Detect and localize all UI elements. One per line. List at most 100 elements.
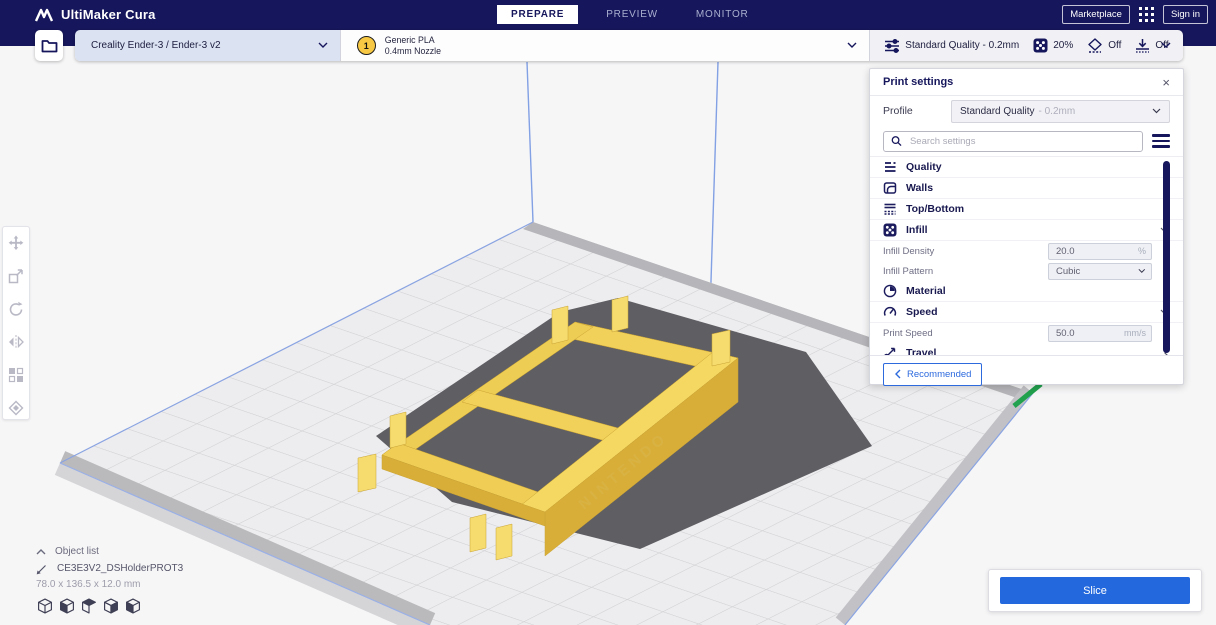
chevron-down-icon [1138,268,1146,273]
infill-summary: 20% [1053,40,1074,51]
profile-summary: Standard Quality - 0.2mm [905,40,1020,51]
scene-tools [2,226,30,420]
support-blocker-button[interactable] [8,400,24,416]
infill-pattern-dropdown[interactable] [1048,262,1152,280]
top-bottom-icon [884,203,896,215]
configuration-bar: Creality Ender-3 / Ender-3 v2 1 Generic … [75,30,1183,61]
speed-icon [883,306,897,316]
printer-selector[interactable]: Creality Ender-3 / Ender-3 v2 [75,30,340,61]
search-icon [891,136,902,147]
material-selector[interactable]: 1 Generic PLA 0.4mm Nozzle [339,30,870,61]
settings-category-speed[interactable]: Speed [870,302,1183,323]
per-model-settings-icon [8,367,24,383]
object-list-item[interactable]: CE3E3V2_DSHolderPROT3 [36,560,183,577]
printer-name: Creality Ender-3 / Ender-3 v2 [91,40,221,51]
print-settings-selector[interactable]: Standard Quality - 0.2mm 20% Off Off [869,30,1183,61]
infill-density-input[interactable] [1054,244,1135,258]
profile-suffix: - 0.2mm [1038,105,1076,117]
view-left-button[interactable] [102,598,120,614]
extruder-badge: 1 [356,36,376,55]
infill-icon [883,223,897,237]
travel-icon [884,347,896,355]
model-dimensions: 78.0 x 136.5 x 12.0 mm [36,579,141,590]
category-label: Infill [906,224,928,236]
category-label: Material [906,285,946,297]
tab-prepare[interactable]: PREPARE [497,4,579,24]
chevron-down-icon [1161,42,1171,48]
tab-preview[interactable]: PREVIEW [596,5,668,24]
chevron-up-icon [36,548,46,554]
infill-icon [1033,38,1048,53]
close-icon[interactable]: × [1162,76,1170,89]
camera-view-buttons [36,598,183,614]
settings-category-material[interactable]: Material [870,281,1183,302]
print-speed-input[interactable] [1054,326,1121,340]
view-front-button[interactable] [58,598,76,614]
object-list-toggle[interactable]: Object list [36,543,183,560]
open-file-button[interactable] [35,30,63,61]
settings-category-travel[interactable]: Travel [870,343,1183,355]
rotate-icon [9,301,23,316]
marketplace-button[interactable]: Marketplace [1062,4,1130,24]
ultimaker-logo-icon [34,8,54,21]
setting-label: Infill Density [883,245,935,257]
view-top-button[interactable] [80,598,98,614]
move-icon [8,235,24,251]
profile-value: Standard Quality [960,105,1035,117]
mirror-tool-button[interactable] [8,334,24,350]
view-3d-button[interactable] [36,598,54,614]
settings-list: Quality Walls Top/Bottom Infill Infill D… [870,156,1183,355]
support-icon [1088,38,1102,53]
setting-print-speed: Print Speed mm/s [870,323,1183,343]
app-logo: UltiMaker Cura [34,7,156,22]
tune-sliders-icon [885,38,900,53]
category-label: Top/Bottom [906,203,965,215]
settings-category-infill[interactable]: Infill [870,220,1183,241]
recommended-mode-button[interactable]: Recommended [883,362,983,386]
setting-infill-density: Infill Density % [870,241,1183,261]
action-panel: Slice [988,569,1202,612]
tab-monitor[interactable]: MONITOR [686,5,759,24]
view-right-button[interactable] [124,598,142,614]
panel-title: Print settings [883,76,954,88]
material-icon [883,284,897,298]
settings-category-walls[interactable]: Walls [870,178,1183,199]
settings-category-top-bottom[interactable]: Top/Bottom [870,199,1183,220]
support-blocker-icon [8,400,24,416]
infill-density-field[interactable]: % [1048,242,1152,260]
support-summary: Off [1108,40,1122,51]
per-model-settings-button[interactable] [8,367,24,383]
setting-infill-pattern: Infill Pattern [870,261,1183,281]
slice-button[interactable]: Slice [1000,577,1190,604]
infill-pattern-value[interactable] [1054,264,1136,278]
print-speed-field[interactable]: mm/s [1048,324,1152,342]
quality-icon [885,162,896,172]
recommended-label: Recommended [907,368,972,380]
settings-visibility-menu-icon[interactable] [1152,134,1170,148]
material-name: Generic PLA [384,34,435,45]
applications-grid-icon[interactable] [1138,6,1154,22]
scale-icon [8,269,23,284]
search-input[interactable] [907,134,1135,148]
chevron-down-icon [847,42,857,48]
settings-category-quality[interactable]: Quality [870,157,1183,178]
mirror-icon [9,335,24,349]
search-settings-box[interactable] [883,130,1143,152]
category-label: Speed [906,306,938,318]
category-label: Walls [906,182,934,194]
unit-label: mm/s [1124,328,1146,338]
nozzle-size: 0.4mm Nozzle [384,45,441,56]
rotate-tool-button[interactable] [8,301,24,317]
setting-label: Print Speed [883,327,933,339]
sign-in-button[interactable]: Sign in [1162,4,1208,24]
profile-dropdown[interactable]: Standard Quality - 0.2mm [951,99,1170,123]
chevron-left-icon [895,369,901,379]
move-tool-button[interactable] [8,235,24,251]
settings-scrollbar[interactable] [1163,161,1170,353]
profile-label: Profile [883,105,913,117]
scale-tool-button[interactable] [8,268,24,284]
chevron-down-icon [1152,108,1161,113]
folder-icon [41,40,57,53]
category-label: Quality [906,161,942,173]
category-label: Travel [906,347,937,355]
